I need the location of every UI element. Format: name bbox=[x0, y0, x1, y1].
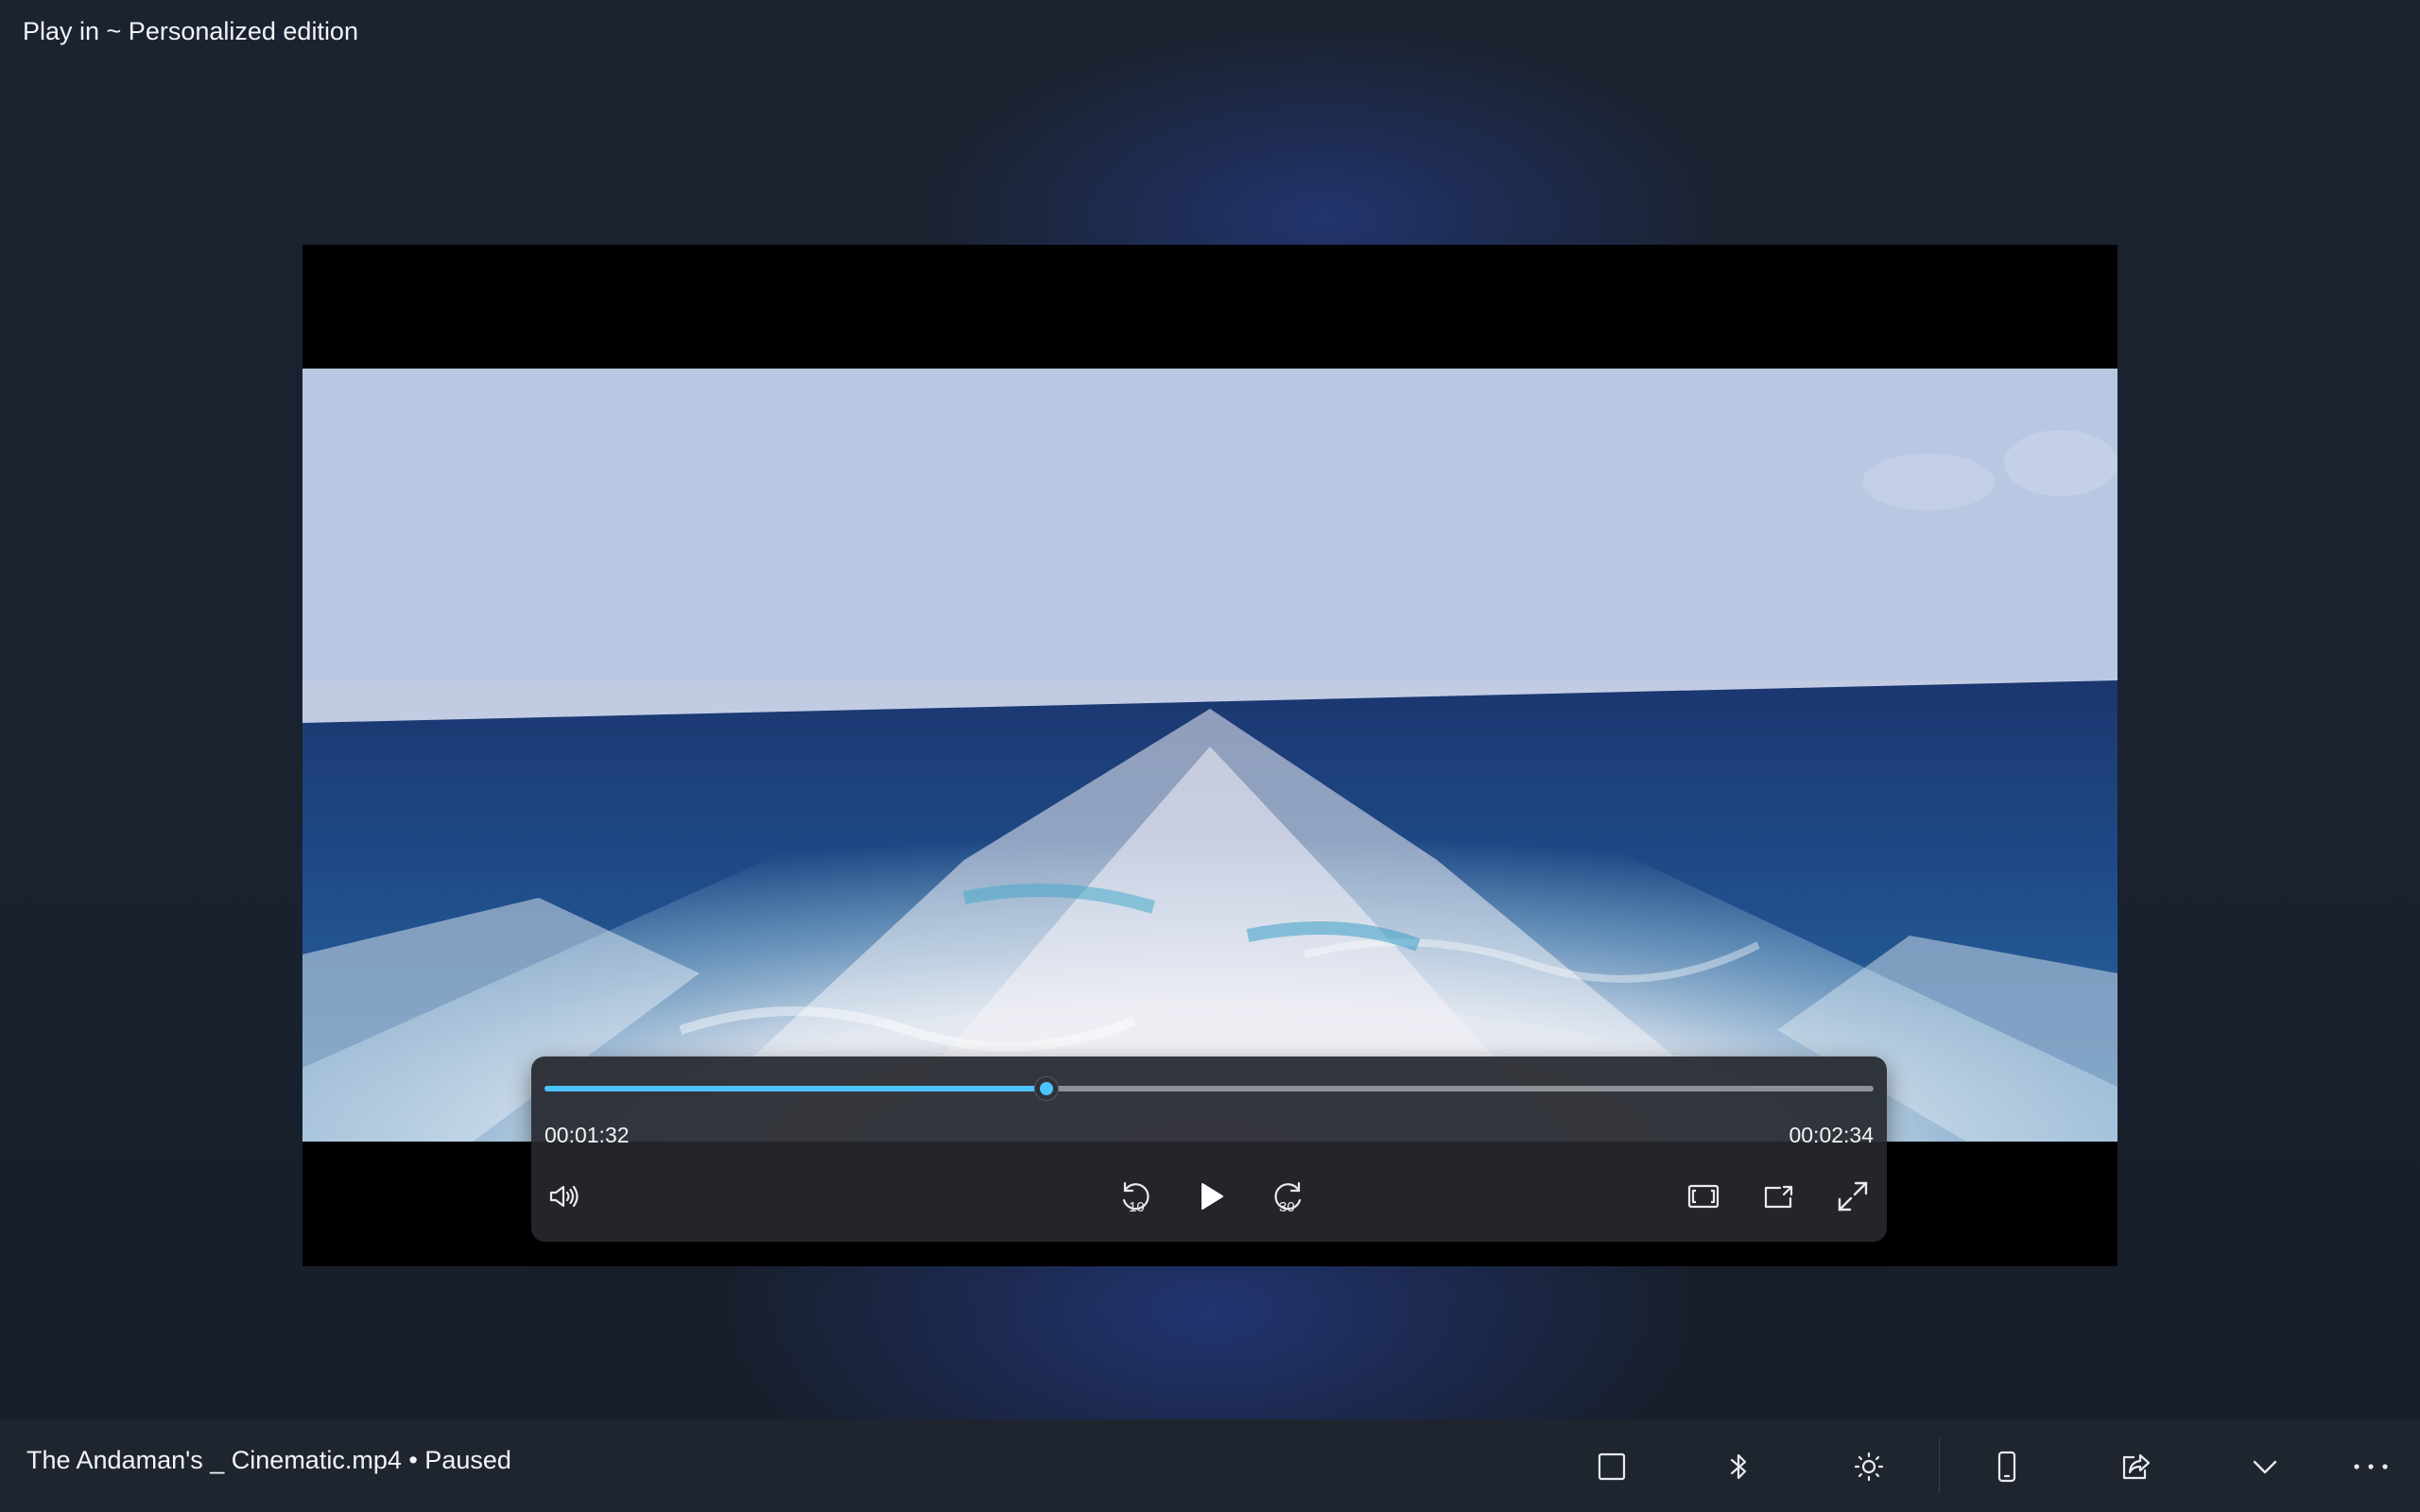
volume-button[interactable] bbox=[539, 1172, 588, 1221]
bluetooth-button[interactable] bbox=[1712, 1440, 1765, 1493]
elapsed-time: 00:01:32 bbox=[544, 1123, 630, 1147]
status-divider bbox=[1939, 1438, 1940, 1493]
share-icon bbox=[2122, 1453, 2151, 1480]
volume-icon bbox=[549, 1185, 579, 1208]
seek-bar[interactable] bbox=[544, 1076, 1874, 1101]
now-playing-status: The Andaman's _ Cinematic.mp4 • Paused bbox=[26, 1446, 511, 1474]
play-icon bbox=[1201, 1183, 1223, 1210]
mini-player-icon bbox=[1764, 1185, 1793, 1209]
play-button[interactable] bbox=[1186, 1172, 1236, 1221]
svg-text:30: 30 bbox=[1279, 1199, 1295, 1215]
svg-text:10: 10 bbox=[1129, 1199, 1145, 1215]
fullscreen-icon bbox=[1838, 1181, 1868, 1211]
more-icon bbox=[2354, 1464, 2388, 1469]
chevron-down-button[interactable] bbox=[2238, 1440, 2291, 1493]
aspect-ratio-button[interactable] bbox=[1679, 1172, 1728, 1221]
share-button[interactable] bbox=[2110, 1440, 2163, 1493]
mini-player-button[interactable] bbox=[1754, 1172, 1803, 1221]
rewind-10-button[interactable]: 10 bbox=[1112, 1172, 1161, 1221]
fullscreen-button[interactable] bbox=[1828, 1172, 1877, 1221]
seek-bar-thumb[interactable] bbox=[1033, 1076, 1059, 1101]
total-duration: 00:02:34 bbox=[1789, 1123, 1874, 1147]
more-button[interactable] bbox=[2344, 1440, 2397, 1493]
brightness-icon bbox=[1854, 1452, 1884, 1482]
bluetooth-icon bbox=[1730, 1453, 1747, 1480]
media-player-window: Play in ~ Personalized edition 00:01:32 … bbox=[0, 0, 2420, 1512]
ocean-wake-scene bbox=[302, 369, 2118, 1142]
square-button[interactable] bbox=[1585, 1440, 1638, 1493]
window-title: Play in ~ Personalized edition bbox=[23, 17, 358, 45]
brightness-button[interactable] bbox=[1842, 1440, 1895, 1493]
seek-bar-progress bbox=[544, 1086, 1046, 1091]
aspect-ratio-icon bbox=[1687, 1184, 1720, 1209]
chevron-down-icon bbox=[2253, 1460, 2277, 1474]
phone-button[interactable] bbox=[1980, 1440, 2033, 1493]
video-content[interactable] bbox=[302, 369, 2118, 1142]
forward-30-icon: 30 bbox=[1274, 1181, 1302, 1215]
rewind-10-icon: 10 bbox=[1122, 1181, 1150, 1215]
forward-30-button[interactable]: 30 bbox=[1263, 1172, 1312, 1221]
playback-controls-panel: 00:01:32 00:02:34 10 30 bbox=[531, 1057, 1887, 1242]
status-bar: The Andaman's _ Cinematic.mp4 • Paused bbox=[0, 1419, 2420, 1512]
square-icon bbox=[1598, 1452, 1626, 1481]
phone-icon bbox=[1997, 1451, 2016, 1483]
